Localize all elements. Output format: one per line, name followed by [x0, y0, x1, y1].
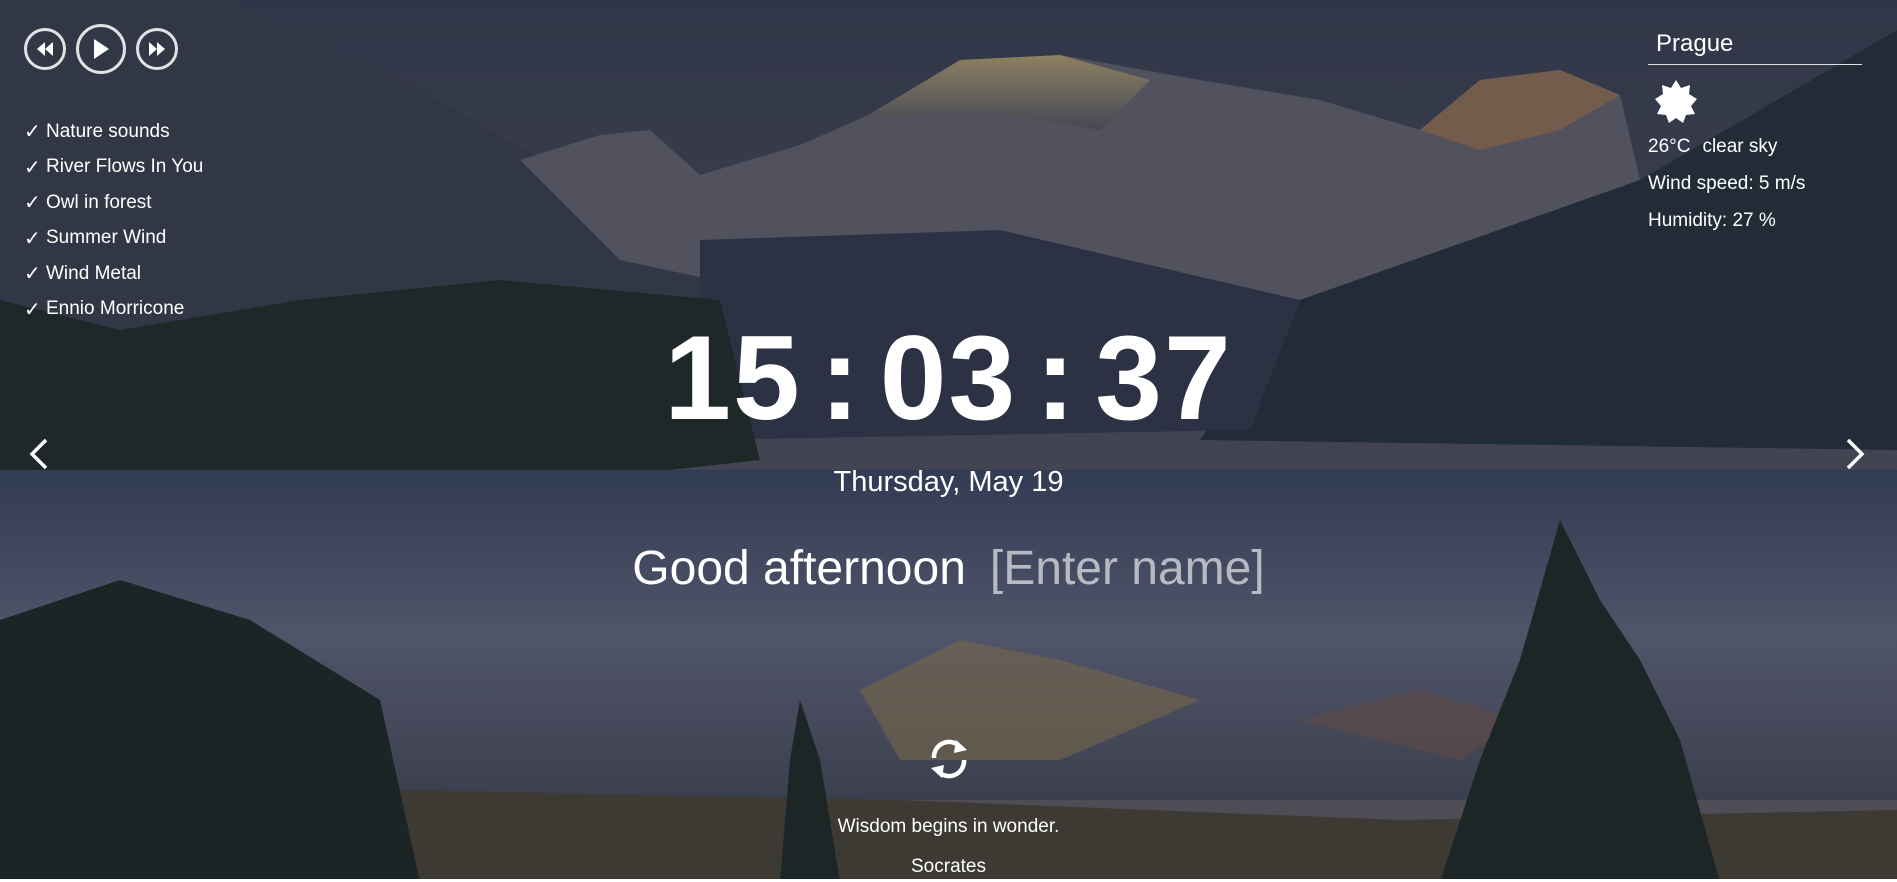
- playlist-item[interactable]: ✓ Nature sounds: [24, 114, 203, 150]
- fast-forward-icon: [149, 42, 165, 56]
- clock-separator: :: [1035, 311, 1078, 445]
- humidity: Humidity: 27 %: [1648, 210, 1776, 231]
- play-button[interactable]: [76, 24, 126, 74]
- track-title: Owl in forest: [46, 191, 152, 213]
- weather-widget: Prague 26°C clear sky Wind speed: 5 m/s H…: [1648, 26, 1862, 239]
- greeting-text: Good afternoon: [632, 542, 966, 595]
- track-title: River Flows In You: [46, 156, 204, 178]
- track-title: Summer Wind: [46, 227, 167, 249]
- track-title: Wind Metal: [46, 262, 142, 284]
- track-title: Nature sounds: [46, 120, 170, 142]
- city-input[interactable]: Prague: [1648, 26, 1862, 65]
- chevron-right-icon: [1846, 438, 1865, 470]
- clock-separator: :: [819, 311, 862, 445]
- playlist-item[interactable]: ✓ Summer Wind: [24, 221, 203, 257]
- quote-author: Socrates: [911, 856, 986, 877]
- app-page: ✓ Nature sounds ✓ River Flows In You ✓ Owl …: [0, 0, 1897, 882]
- clock: 15:03:37: [0, 318, 1897, 438]
- clock-hours: 15: [664, 311, 802, 445]
- rewind-icon: [37, 42, 53, 56]
- refresh-quote-button[interactable]: [926, 736, 972, 782]
- audio-player: [24, 24, 178, 74]
- check-icon: ✓: [24, 192, 41, 215]
- sun-icon: [1655, 80, 1697, 123]
- check-icon: ✓: [24, 121, 41, 144]
- check-icon: ✓: [24, 227, 41, 250]
- temperature: 26°C: [1648, 136, 1691, 157]
- track-title: Ennio Morricone: [46, 298, 185, 320]
- weather-description: clear sky: [1702, 136, 1778, 157]
- prev-track-button[interactable]: [24, 28, 66, 70]
- quote-text: Wisdom begins in wonder.: [837, 816, 1060, 837]
- temperature-line: 26°C clear sky: [1648, 128, 1862, 165]
- next-track-button[interactable]: [136, 28, 178, 70]
- chevron-left-icon: [29, 438, 48, 470]
- date-label: Thursday, May 19: [833, 466, 1064, 498]
- clock-minutes: 03: [879, 311, 1018, 445]
- wind-speed: Wind speed: 5 m/s: [1648, 173, 1806, 194]
- check-icon: ✓: [24, 156, 41, 179]
- greeting: Good afternoon [Enter name]: [0, 541, 1897, 596]
- playlist-item[interactable]: ✓ Owl in forest: [24, 185, 203, 221]
- clock-seconds: 37: [1095, 311, 1233, 445]
- playlist: ✓ Nature sounds ✓ River Flows In You ✓ Owl …: [24, 114, 203, 327]
- playlist-item[interactable]: ✓ Wind Metal: [24, 256, 203, 292]
- play-icon: [94, 39, 109, 59]
- name-input[interactable]: [Enter name]: [990, 542, 1265, 595]
- check-icon: ✓: [24, 263, 41, 286]
- playlist-item[interactable]: ✓ River Flows In You: [24, 150, 203, 186]
